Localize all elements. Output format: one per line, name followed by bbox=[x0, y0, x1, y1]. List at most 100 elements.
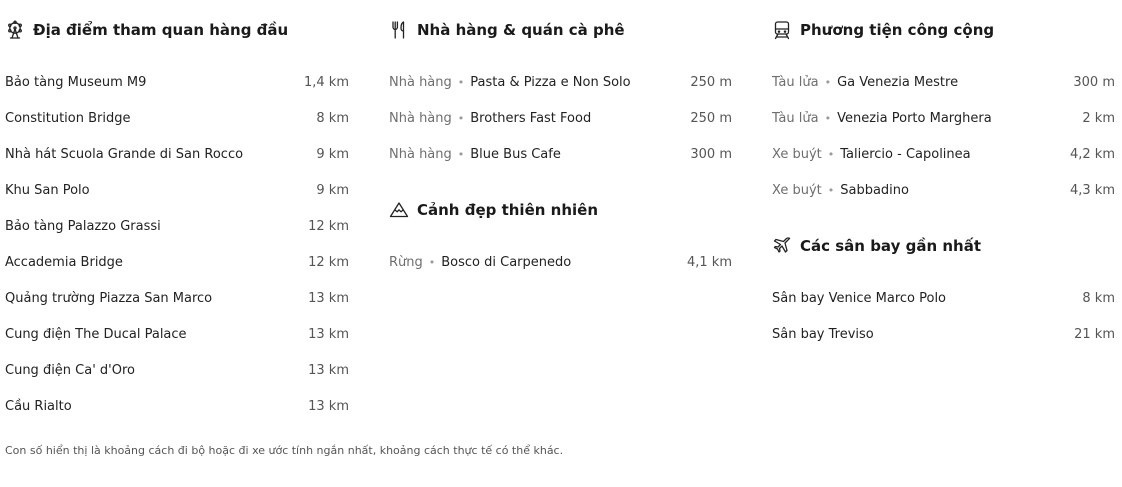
nature-header: Cảnh đẹp thiên nhiên bbox=[389, 198, 732, 222]
place-name: Nhà hát Scuola Grande di San Rocco bbox=[5, 146, 244, 162]
place-category: Xe buýt bbox=[772, 146, 822, 162]
list-item[interactable]: Nhà hát Scuola Grande di San Rocco 9 km bbox=[5, 136, 349, 172]
place-info: Accademia Bridge bbox=[5, 255, 123, 270]
place-distance: 12 km bbox=[308, 254, 349, 270]
attractions-section: Địa điểm tham quan hàng đầu Bảo tàng Mus… bbox=[5, 18, 349, 424]
list-item[interactable]: Sân bay Venice Marco Polo 8 km bbox=[772, 280, 1115, 316]
nature-title: Cảnh đẹp thiên nhiên bbox=[417, 201, 598, 219]
list-item[interactable]: Nhà hàng • Blue Bus Cafe 300 m bbox=[389, 136, 732, 172]
place-info: Sân bay Treviso bbox=[772, 327, 874, 342]
list-item[interactable]: Tàu lửa • Ga Venezia Mestre 300 m bbox=[772, 64, 1115, 100]
place-distance: 4,1 km bbox=[687, 254, 732, 270]
place-name: Blue Bus Cafe bbox=[470, 146, 561, 162]
place-name: Sabbadino bbox=[840, 182, 909, 198]
place-distance: 4,3 km bbox=[1070, 182, 1115, 198]
place-info: Xe buýt • Sabbadino bbox=[772, 183, 909, 198]
list-item[interactable]: Bảo tàng Museum M9 1,4 km bbox=[5, 64, 349, 100]
separator-dot: • bbox=[428, 255, 436, 269]
place-name: Sân bay Venice Marco Polo bbox=[772, 290, 947, 306]
list-item[interactable]: Khu San Polo 9 km bbox=[5, 172, 349, 208]
place-info: Bảo tàng Museum M9 bbox=[5, 75, 146, 90]
place-name: Cầu Rialto bbox=[5, 398, 72, 414]
list-item[interactable]: Bảo tàng Palazzo Grassi 12 km bbox=[5, 208, 349, 244]
place-distance: 300 m bbox=[690, 146, 732, 162]
place-name: Cung điện Ca' d'Oro bbox=[5, 362, 135, 378]
place-info: Constitution Bridge bbox=[5, 111, 131, 126]
place-name: Khu San Polo bbox=[5, 182, 90, 198]
place-distance: 300 m bbox=[1073, 74, 1115, 90]
place-name: Cung điện The Ducal Palace bbox=[5, 326, 187, 342]
place-distance: 21 km bbox=[1074, 326, 1115, 342]
place-distance: 8 km bbox=[316, 110, 349, 126]
column-transit-airports: Phương tiện công cộng Tàu lửa • Ga Venezia… bbox=[772, 18, 1115, 352]
list-item[interactable]: Nhà hàng • Brothers Fast Food 250 m bbox=[389, 100, 732, 136]
list-item[interactable]: Nhà hàng • Pasta & Pizza e Non Solo 250 m bbox=[389, 64, 732, 100]
transit-section: Phương tiện công cộng Tàu lửa • Ga Venezia… bbox=[772, 18, 1115, 208]
place-info: Cung điện The Ducal Palace bbox=[5, 327, 187, 342]
column-dining-nature: Nhà hàng & quán cà phê Nhà hàng • Pasta & … bbox=[389, 18, 732, 280]
airports-header: Các sân bay gần nhất bbox=[772, 234, 1115, 258]
place-distance: 13 km bbox=[308, 326, 349, 342]
place-info: Cầu Rialto bbox=[5, 399, 72, 414]
mountain-icon bbox=[389, 200, 409, 220]
attractions-header: Địa điểm tham quan hàng đầu bbox=[5, 18, 349, 42]
place-category: Nhà hàng bbox=[389, 146, 452, 162]
nature-list: Rừng • Bosco di Carpenedo 4,1 km bbox=[389, 244, 732, 280]
ferris-wheel-icon bbox=[5, 20, 25, 40]
place-info: Nhà hàng • Blue Bus Cafe bbox=[389, 147, 561, 162]
place-name: Bảo tàng Museum M9 bbox=[5, 74, 147, 90]
attractions-title: Địa điểm tham quan hàng đầu bbox=[33, 21, 289, 39]
list-item[interactable]: Sân bay Treviso 21 km bbox=[772, 316, 1115, 352]
restaurants-title: Nhà hàng & quán cà phê bbox=[417, 21, 625, 39]
separator-dot: • bbox=[457, 147, 465, 161]
place-distance: 8 km bbox=[1082, 290, 1115, 306]
place-info: Tàu lửa • Ga Venezia Mestre bbox=[772, 75, 958, 90]
place-category: Rừng bbox=[389, 254, 423, 270]
separator-dot: • bbox=[827, 183, 835, 197]
restaurants-header: Nhà hàng & quán cà phê bbox=[389, 18, 732, 42]
place-distance: 250 m bbox=[690, 110, 732, 126]
place-distance: 13 km bbox=[308, 290, 349, 306]
transit-list: Tàu lửa • Ga Venezia Mestre 300 m Tàu lửa • Ve… bbox=[772, 64, 1115, 208]
separator-dot: • bbox=[824, 75, 832, 89]
place-distance: 9 km bbox=[316, 182, 349, 198]
nature-section: Cảnh đẹp thiên nhiên Rừng • Bosco di Carpe… bbox=[389, 198, 732, 280]
place-distance: 13 km bbox=[308, 398, 349, 414]
list-item[interactable]: Xe buýt • Taliercio - Capolinea 4,2 km bbox=[772, 136, 1115, 172]
restaurants-list: Nhà hàng • Pasta & Pizza e Non Solo 250 m Nh… bbox=[389, 64, 732, 172]
place-name: Taliercio - Capolinea bbox=[840, 146, 971, 162]
place-distance: 13 km bbox=[308, 362, 349, 378]
place-info: Quảng trường Piazza San Marco bbox=[5, 291, 212, 306]
list-item[interactable]: Xe buýt • Sabbadino 4,3 km bbox=[772, 172, 1115, 208]
place-info: Khu San Polo bbox=[5, 183, 90, 198]
airports-title: Các sân bay gần nhất bbox=[800, 237, 982, 255]
place-info: Bảo tàng Palazzo Grassi bbox=[5, 219, 161, 234]
list-item[interactable]: Cầu Rialto 13 km bbox=[5, 388, 349, 424]
list-item[interactable]: Constitution Bridge 8 km bbox=[5, 100, 349, 136]
place-category: Tàu lửa bbox=[772, 74, 819, 90]
place-name: Bosco di Carpenedo bbox=[441, 254, 572, 270]
place-category: Xe buýt bbox=[772, 182, 822, 198]
place-distance: 9 km bbox=[316, 146, 349, 162]
place-distance: 4,2 km bbox=[1070, 146, 1115, 162]
attractions-list: Bảo tàng Museum M9 1,4 km Constitution Bri… bbox=[5, 64, 349, 424]
place-name: Venezia Porto Marghera bbox=[837, 110, 992, 126]
list-item[interactable]: Rừng • Bosco di Carpenedo 4,1 km bbox=[389, 244, 732, 280]
place-name: Quảng trường Piazza San Marco bbox=[5, 290, 213, 306]
place-info: Tàu lửa • Venezia Porto Marghera bbox=[772, 111, 992, 126]
airports-list: Sân bay Venice Marco Polo 8 km Sân bay Tre… bbox=[772, 280, 1115, 352]
restaurants-section: Nhà hàng & quán cà phê Nhà hàng • Pasta & … bbox=[389, 18, 732, 172]
transit-header: Phương tiện công cộng bbox=[772, 18, 1115, 42]
place-name: Sân bay Treviso bbox=[772, 326, 874, 342]
transit-title: Phương tiện công cộng bbox=[800, 21, 995, 39]
list-item[interactable]: Cung điện The Ducal Palace 13 km bbox=[5, 316, 349, 352]
place-info: Rừng • Bosco di Carpenedo bbox=[389, 255, 571, 270]
list-item[interactable]: Quảng trường Piazza San Marco 13 km bbox=[5, 280, 349, 316]
place-name: Pasta & Pizza e Non Solo bbox=[470, 74, 631, 90]
place-name: Brothers Fast Food bbox=[470, 110, 592, 126]
footnote: Con số hiển thị là khoảng cách đi bộ hoặ… bbox=[5, 444, 564, 457]
list-item[interactable]: Cung điện Ca' d'Oro 13 km bbox=[5, 352, 349, 388]
list-item[interactable]: Accademia Bridge 12 km bbox=[5, 244, 349, 280]
place-distance: 250 m bbox=[690, 74, 732, 90]
list-item[interactable]: Tàu lửa • Venezia Porto Marghera 2 km bbox=[772, 100, 1115, 136]
